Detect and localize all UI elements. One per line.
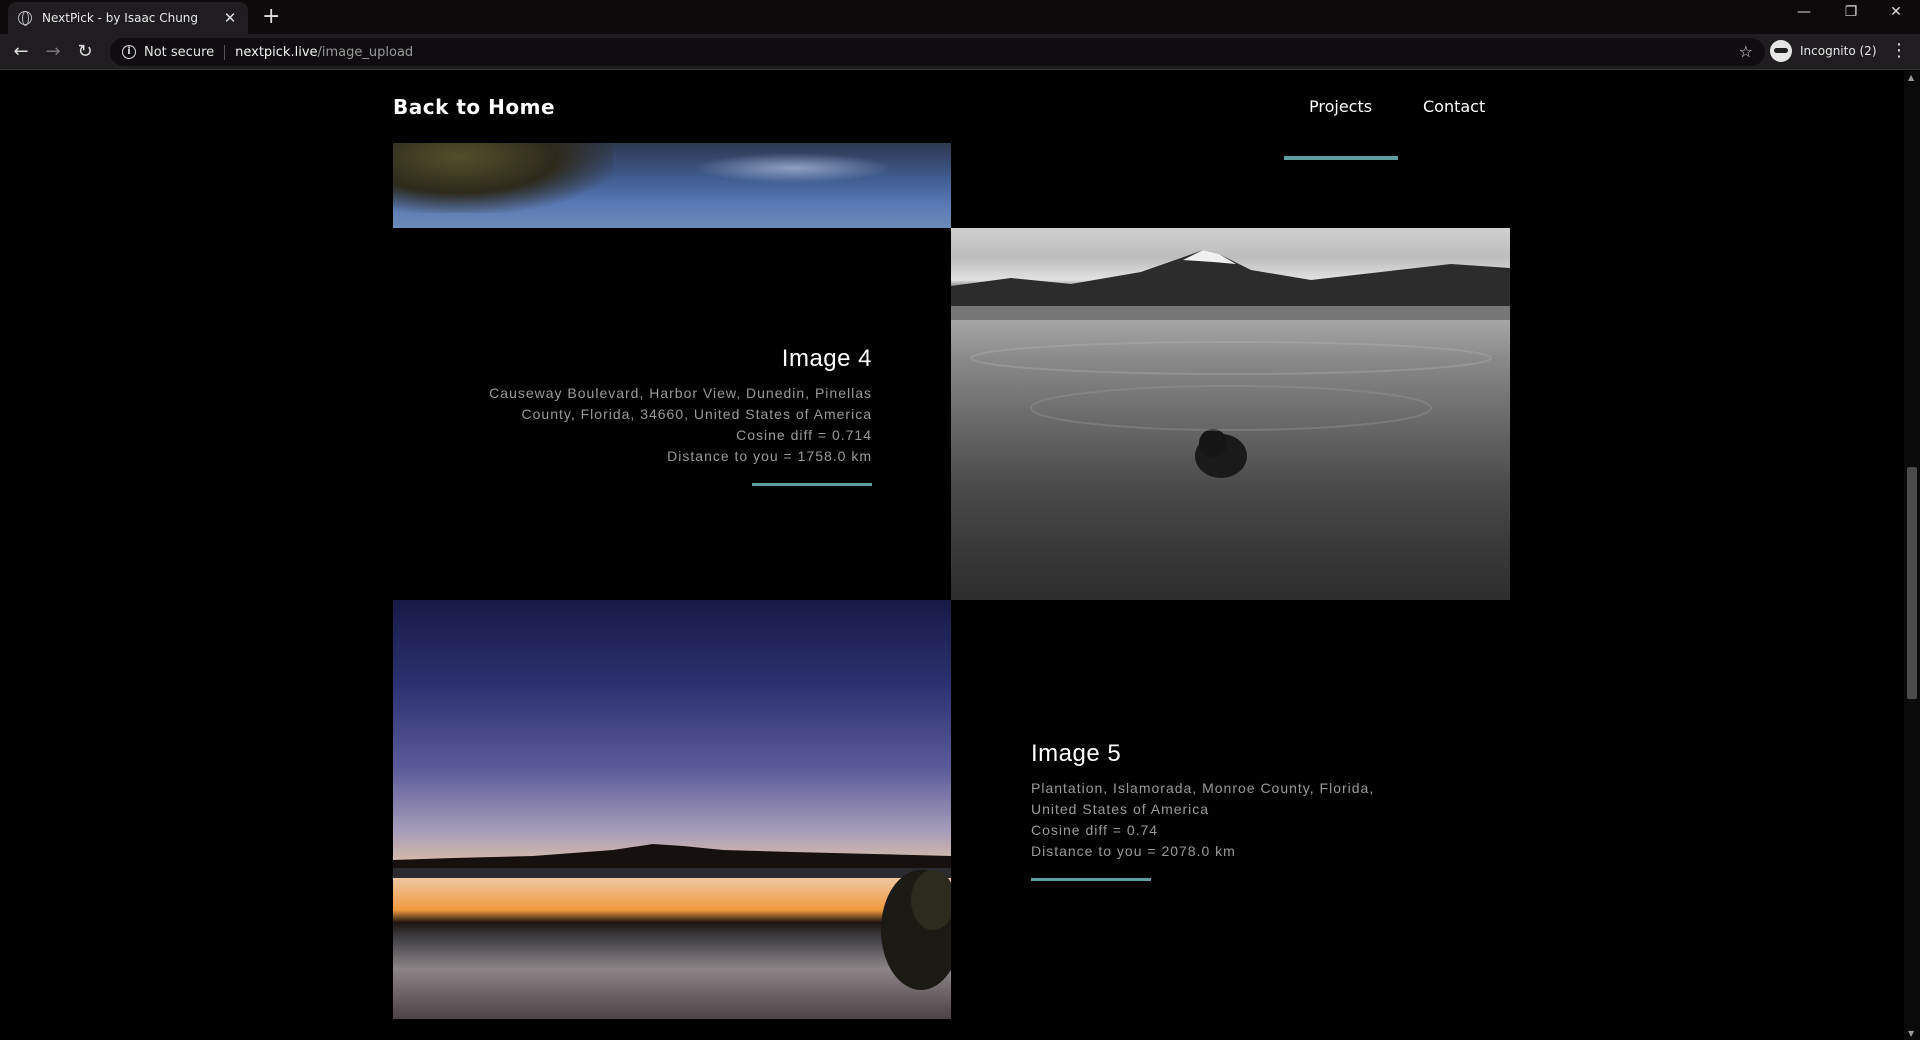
nav-active-underline	[1284, 156, 1398, 160]
incognito-label: Incognito (2)	[1800, 44, 1877, 58]
url-path: /image_upload	[317, 44, 414, 60]
bookmark-star-icon[interactable]: ☆	[1739, 42, 1753, 61]
globe-icon	[18, 11, 32, 26]
result-distance: Distance to you = 2078.0 km	[1031, 843, 1236, 859]
nav-projects-link[interactable]: Projects	[1309, 97, 1372, 116]
result-distance: Distance to you = 1758.0 km	[667, 448, 872, 464]
result-image-4	[951, 228, 1510, 600]
result-title: Image 4	[781, 345, 872, 372]
url-host: nextpick.live	[235, 44, 318, 60]
close-window-button[interactable]: ✕	[1876, 4, 1916, 20]
browser-tab-bar: NextPick - by Isaac Chung ✕ + — ❐ ✕	[0, 0, 1920, 34]
incognito-icon	[1770, 40, 1792, 62]
menu-kebab-icon[interactable]: ⋮	[1890, 40, 1908, 61]
result-caption-4: Image 4 Causeway Boulevard, Harbor View,…	[463, 345, 872, 486]
result-image-5	[393, 600, 951, 1019]
incognito-profile-button[interactable]: Incognito (2)	[1770, 40, 1877, 62]
security-label[interactable]: Not secure	[144, 44, 226, 60]
scroll-down-arrow-icon[interactable]: ▼	[1908, 1029, 1914, 1038]
forward-arrow-icon[interactable]: →	[41, 40, 65, 64]
tab-title: NextPick - by Isaac Chung	[42, 11, 199, 25]
page-viewport: Back to Home Projects Contact Image 4 Ca…	[0, 71, 1904, 1040]
result-caption-5: Image 5 Plantation, Islamorada, Monroe C…	[1031, 740, 1451, 881]
result-address-line: Plantation, Islamorada, Monroe County, F…	[1031, 780, 1375, 796]
caption-accent-bar	[752, 483, 872, 486]
caption-accent-bar	[1031, 878, 1151, 881]
scrollbar-thumb[interactable]	[1907, 467, 1917, 699]
address-bar[interactable]: i Not secure nextpick.live /image_upload…	[110, 38, 1765, 66]
browser-toolbar: ← → ↻ i Not secure nextpick.live /image_…	[0, 34, 1920, 70]
vertical-scrollbar[interactable]: ▲ ▼	[1904, 71, 1920, 1040]
image-water-shine	[693, 153, 893, 183]
result-image-3	[393, 143, 951, 228]
scroll-up-arrow-icon[interactable]: ▲	[1908, 73, 1914, 82]
result-cosine-diff: Cosine diff = 0.74	[1031, 822, 1159, 838]
back-arrow-icon[interactable]: ←	[9, 40, 33, 64]
info-icon[interactable]: i	[122, 45, 136, 59]
restore-button[interactable]: ❐	[1831, 4, 1871, 20]
result-address-line: United States of America	[1031, 801, 1210, 817]
tab-close-icon[interactable]: ✕	[222, 9, 238, 27]
new-tab-button[interactable]: +	[262, 5, 280, 29]
back-to-home-link[interactable]: Back to Home	[393, 95, 555, 119]
reload-icon[interactable]: ↻	[73, 40, 97, 64]
image-rocks	[393, 143, 613, 213]
browser-tab[interactable]: NextPick - by Isaac Chung ✕	[8, 2, 248, 34]
minimize-button[interactable]: —	[1784, 4, 1824, 20]
result-title: Image 5	[1031, 740, 1122, 767]
result-cosine-diff: Cosine diff = 0.714	[736, 427, 872, 443]
result-address-line: Causeway Boulevard, Harbor View, Dunedin…	[489, 385, 872, 401]
result-address-line: County, Florida, 34660, United States of…	[521, 406, 872, 422]
nav-contact-link[interactable]: Contact	[1423, 97, 1485, 116]
site-header: Back to Home Projects Contact	[393, 91, 1510, 160]
lake-mountain-illustration	[951, 250, 1510, 478]
sunset-lake-illustration	[393, 844, 951, 990]
